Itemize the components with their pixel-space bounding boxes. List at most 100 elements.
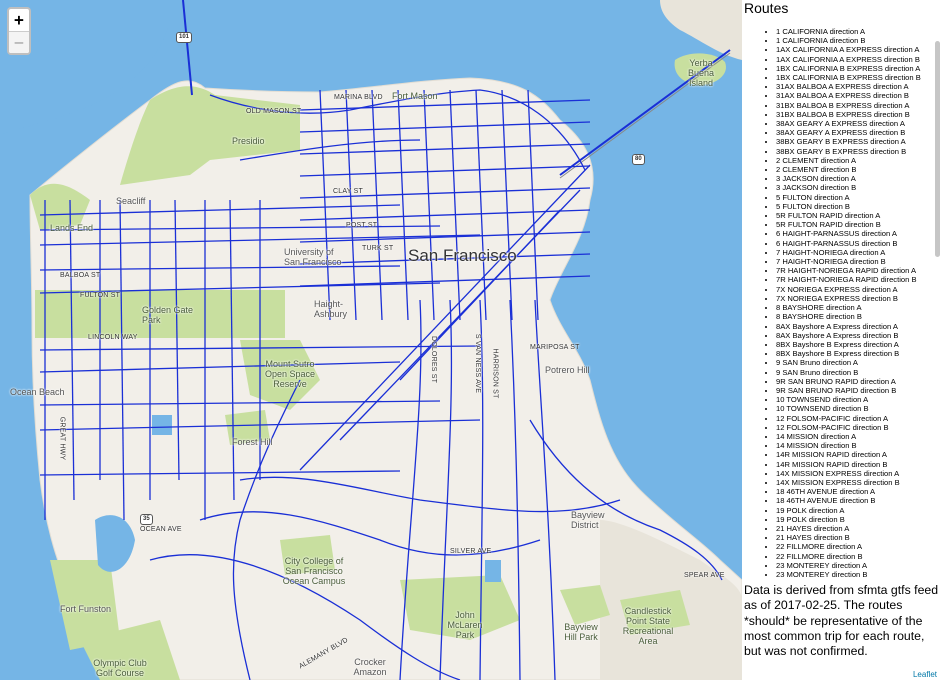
place-forest-hill: Forest Hill xyxy=(232,437,273,447)
route-list-item[interactable]: 8 BAYSHORE direction B xyxy=(776,312,942,321)
route-list-item[interactable]: 22 FILLMORE direction B xyxy=(776,552,942,561)
routes-title: Routes xyxy=(744,0,789,16)
data-source-note: Data is derived from sfmta gtfs feed as … xyxy=(744,583,939,659)
route-list-item[interactable]: 10 TOWNSEND direction B xyxy=(776,404,942,413)
route-list-item[interactable]: 1BX CALIFORNIA B EXPRESS direction B xyxy=(776,73,942,82)
street-post: POST ST xyxy=(346,222,378,229)
route-list-item[interactable]: 18 46TH AVENUE direction B xyxy=(776,496,942,505)
route-list-item[interactable]: 10 TOWNSEND direction A xyxy=(776,395,942,404)
route-list-item[interactable]: 22 FILLMORE direction A xyxy=(776,542,942,551)
street-clay: CLAY ST xyxy=(333,188,363,195)
route-list-item[interactable]: 31BX BALBOA B EXPRESS direction A xyxy=(776,101,942,110)
place-bayview-hill: Bayview Hill Park xyxy=(564,622,598,642)
place-bayview: Bayview District xyxy=(571,510,605,530)
shield-i80: 80 xyxy=(632,154,645,165)
route-list-item[interactable]: 19 POLK direction A xyxy=(776,506,942,515)
street-fulton: FULTON ST xyxy=(80,292,121,299)
street-marina: MARINA BLVD xyxy=(334,94,383,101)
place-city-college: City College of San Francisco Ocean Camp… xyxy=(282,556,346,586)
route-list-item[interactable]: 14R MISSION RAPID direction B xyxy=(776,460,942,469)
leaflet-attribution-link[interactable]: Leaflet xyxy=(909,669,940,680)
route-list-item[interactable]: 8AX Bayshore A Express direction B xyxy=(776,331,942,340)
route-list-item[interactable]: 38AX GEARY A EXPRESS direction A xyxy=(776,119,942,128)
route-list-item[interactable]: 21 HAYES direction B xyxy=(776,533,942,542)
route-list-item[interactable]: 1 CALIFORNIA direction A xyxy=(776,27,942,36)
zoom-in-button[interactable]: + xyxy=(9,9,29,31)
street-balboa: BALBOA ST xyxy=(60,272,101,279)
route-list-item[interactable]: 6 HAIGHT-PARNASSUS direction A xyxy=(776,229,942,238)
route-list-item[interactable]: 9 SAN Bruno direction B xyxy=(776,368,942,377)
route-list-item[interactable]: 31AX BALBOA A EXPRESS direction A xyxy=(776,82,942,91)
place-lands-end: Lands End xyxy=(50,223,94,233)
route-list-item[interactable]: 12 FOLSOM-PACIFIC direction A xyxy=(776,414,942,423)
route-list-item[interactable]: 7R HAIGHT-NORIEGA RAPID direction B xyxy=(776,275,942,284)
routes-sidebar: Routes 1 CALIFORNIA direction A1 CALIFOR… xyxy=(742,0,942,680)
street-silver: SILVER AVE xyxy=(450,548,492,555)
route-list-item[interactable]: 1BX CALIFORNIA B EXPRESS direction A xyxy=(776,64,942,73)
zoom-control: + − xyxy=(7,7,31,55)
route-list-item[interactable]: 9R SAN BRUNO RAPID direction A xyxy=(776,377,942,386)
route-list-item[interactable]: 8BX Bayshore B Express direction B xyxy=(776,349,942,358)
routes-scroll-panel[interactable]: 1 CALIFORNIA direction A1 CALIFORNIA dir… xyxy=(742,19,942,579)
street-ocean-ave: OCEAN AVE xyxy=(140,526,182,533)
routes-scrollbar[interactable] xyxy=(935,41,940,257)
place-mclaren: John McLaren Park xyxy=(447,610,483,640)
shield-us101: 101 xyxy=(176,32,193,43)
route-list-item[interactable]: 1AX CALIFORNIA A EXPRESS direction B xyxy=(776,55,942,64)
street-dolores: DOLORES ST xyxy=(430,335,438,384)
route-list-item[interactable]: 3 JACKSON direction B xyxy=(776,183,942,192)
route-list-item[interactable]: 2 CLEMENT direction A xyxy=(776,156,942,165)
route-list-item[interactable]: 12 FOLSOM-PACIFIC direction B xyxy=(776,423,942,432)
route-list-item[interactable]: 14R MISSION RAPID direction A xyxy=(776,450,942,459)
route-list-item[interactable]: 5 FULTON direction A xyxy=(776,193,942,202)
route-list-item[interactable]: 21 HAYES direction A xyxy=(776,524,942,533)
route-list-item[interactable]: 38BX GEARY B EXPRESS direction A xyxy=(776,137,942,146)
place-olympic: Olympic Club Golf Course xyxy=(93,658,147,678)
street-great-hwy: GREAT HWY xyxy=(58,416,66,461)
route-list-item[interactable]: 38AX GEARY A EXPRESS direction B xyxy=(776,128,942,137)
route-list-item[interactable]: 6 HAIGHT-PARNASSUS direction B xyxy=(776,239,942,248)
route-list-item[interactable]: 8 BAYSHORE direction A xyxy=(776,303,942,312)
route-list-item[interactable]: 23 MONTEREY direction A xyxy=(776,561,942,570)
route-list-item[interactable]: 8AX Bayshore A Express direction A xyxy=(776,322,942,331)
route-list-item[interactable]: 5R FULTON RAPID direction A xyxy=(776,211,942,220)
route-list-item[interactable]: 7X NORIEGA EXPRESS direction B xyxy=(776,294,942,303)
place-potrero: Potrero Hill xyxy=(545,365,590,375)
street-turk: TURK ST xyxy=(362,245,394,252)
place-usf: University of San Francisco xyxy=(284,247,342,267)
lake-1 xyxy=(152,415,172,435)
route-list-item[interactable]: 8BX Bayshore B Express direction A xyxy=(776,340,942,349)
route-list-item[interactable]: 9R SAN BRUNO RAPID direction B xyxy=(776,386,942,395)
route-list-item[interactable]: 1AX CALIFORNIA A EXPRESS direction A xyxy=(776,45,942,54)
route-list-item[interactable]: 14 MISSION direction A xyxy=(776,432,942,441)
route-list-item[interactable]: 23 MONTEREY direction B xyxy=(776,570,942,579)
route-list-item[interactable]: 3 JACKSON direction A xyxy=(776,174,942,183)
route-list-item[interactable]: 18 46TH AVENUE direction A xyxy=(776,487,942,496)
route-list-item[interactable]: 14 MISSION direction B xyxy=(776,441,942,450)
map-canvas[interactable]: + − San Francisco Presidio Fort Mason Ye… xyxy=(0,0,742,680)
route-list-item[interactable]: 5 FULTON direction B xyxy=(776,202,942,211)
route-list-item[interactable]: 14X MISSION EXPRESS direction A xyxy=(776,469,942,478)
route-list-item[interactable]: 14X MISSION EXPRESS direction B xyxy=(776,478,942,487)
route-list-item[interactable]: 7X NORIEGA EXPRESS direction A xyxy=(776,285,942,294)
route-list-item[interactable]: 7R HAIGHT-NORIEGA RAPID direction A xyxy=(776,266,942,275)
route-list-item[interactable]: 38BX GEARY B EXPRESS direction B xyxy=(776,147,942,156)
route-list-item[interactable]: 5R FULTON RAPID direction B xyxy=(776,220,942,229)
place-presidio: Presidio xyxy=(232,136,265,146)
route-list-item[interactable]: 9 SAN Bruno direction A xyxy=(776,358,942,367)
route-list-item[interactable]: 19 POLK direction B xyxy=(776,515,942,524)
route-list-item[interactable]: 31AX BALBOA A EXPRESS direction B xyxy=(776,91,942,100)
place-golden-gate-park: Golden Gate Park xyxy=(142,305,194,325)
place-candlestick: Candlestick Point State Recreational Are… xyxy=(622,606,674,646)
place-fort-funston: Fort Funston xyxy=(60,604,112,614)
route-list-item[interactable]: 31BX BALBOA B EXPRESS direction B xyxy=(776,110,942,119)
zoom-out-button[interactable]: − xyxy=(9,31,29,53)
place-crocker: Crocker Amazon xyxy=(353,657,387,677)
route-list-item[interactable]: 7 HAIGHT-NORIEGA direction A xyxy=(776,248,942,257)
place-ocean-beach: Ocean Beach xyxy=(10,387,65,397)
lake-2 xyxy=(485,560,501,582)
route-list-item[interactable]: 7 HAIGHT-NORIEGA direction B xyxy=(776,257,942,266)
route-list-item[interactable]: 1 CALIFORNIA direction B xyxy=(776,36,942,45)
route-list-item[interactable]: 2 CLEMENT direction B xyxy=(776,165,942,174)
place-fort-mason: Fort Mason xyxy=(392,91,438,101)
